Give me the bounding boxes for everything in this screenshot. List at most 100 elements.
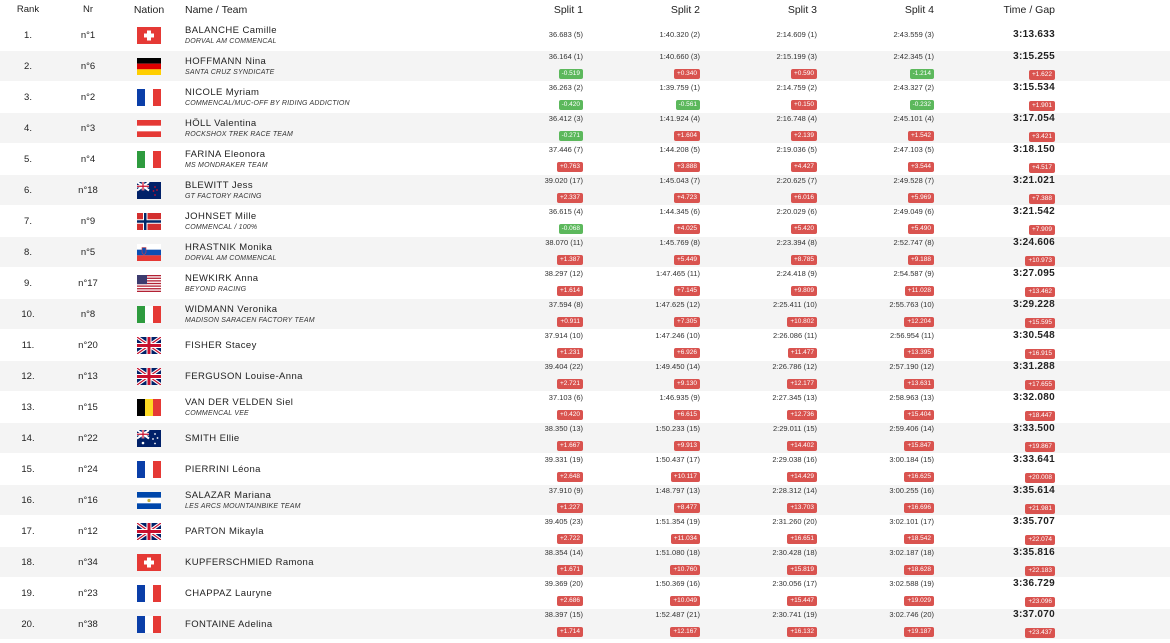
rider-name[interactable]: CHAPPAZ Lauryne [185,588,468,599]
split-2-time: 1:44.208 (5) [659,145,700,154]
table-row[interactable]: 18. n°34 KUPFERSCHMIED Ramona 38.354 (14… [0,547,1170,578]
split-4-time: 3:02.187 (18) [889,548,934,557]
header-split-4[interactable]: Split 4 [819,4,936,16]
table-row[interactable]: 20. n°38 FONTAINE Adelina 38.397 (15) +1… [0,609,1170,640]
header-split-1[interactable]: Split 1 [468,4,585,16]
split-2-gap-badge: +0.340 [673,69,700,79]
table-row[interactable]: 16. n°16 SALAZAR Mariana LES ARCS MOUNTA… [0,485,1170,516]
flag-nor-icon [120,212,178,230]
split-4-cell: 3:00.255 (16) +16.696 [819,486,936,514]
split-3-gap-badge: +9.809 [790,286,817,296]
table-row[interactable]: 14. n°22 SMITH Ellie 38.350 (13) +1.667 … [0,423,1170,454]
split-1-cell: 36.164 (1) -0.519 [468,52,585,80]
rider-team: MS MONDRAKER TEAM [185,162,268,169]
total-gap-badge: +18.447 [1025,411,1055,421]
table-row[interactable]: 10. n°8 WIDMANN Veronika MADISON SARACEN… [0,299,1170,330]
time-gap-cell: 3:33.641 +20.008 [936,454,1066,484]
total-gap-badge: +10.973 [1025,256,1055,266]
flag-ger-icon [120,57,178,75]
flag-fra-icon [120,460,178,478]
rider-name[interactable]: FISHER Stacey [185,340,468,351]
split-4-gap-badge: -1.214 [909,69,934,79]
rank: 7. [24,215,32,227]
table-row[interactable]: 9. n°17 NEWKIRK Anna BEYOND RACING 38.29… [0,268,1170,299]
header-nr[interactable]: Nr [56,4,120,15]
rider-name[interactable]: FONTAINE Adelina [185,619,468,630]
split-1-cell: 38.397 (15) +1.714 [468,610,585,638]
header-split-2[interactable]: Split 2 [585,4,702,16]
header-time-gap[interactable]: Time / Gap [936,4,1066,16]
header-split-3[interactable]: Split 3 [702,4,819,16]
bib-number: n°4 [80,153,96,165]
rider-name[interactable]: PIERRINI Léona [185,464,468,475]
split-3-time: 2:29.011 (15) [772,424,817,433]
split-1-time: 38.354 (14) [544,548,583,557]
rider-name[interactable]: NEWKIRK Anna [185,273,468,284]
table-row[interactable]: 6. n°18 BLEWITT Jess GT FACTORY RACING 3… [0,175,1170,206]
total-time: 3:21.542 [1013,206,1055,217]
total-gap-badge: +15.595 [1025,318,1055,328]
table-row[interactable]: 1. n°1 BALANCHE Camille DORVAL AM COMMEN… [0,20,1170,51]
rider-name[interactable]: HRASTNIK Monika [185,242,468,253]
rider-name[interactable]: BLEWITT Jess [185,180,468,191]
table-row[interactable]: 3. n°2 NICOLE Myriam COMMENCAL/MUC-OFF B… [0,82,1170,113]
rider-name[interactable]: SALAZAR Mariana [185,490,468,501]
table-row[interactable]: 7. n°9 JOHNSET Mille COMMENCAL / 100% 36… [0,206,1170,237]
header-name-team[interactable]: Name / Team [178,4,468,16]
split-4-cell: 2:56.954 (11) +13.395 [819,331,936,359]
split-4-time: 3:02.746 (20) [889,610,934,619]
rank: 15. [21,463,35,475]
bib-number: n°12 [78,525,98,537]
total-gap-badge: +20.008 [1025,473,1055,483]
rider-name[interactable]: JOHNSET Mille [185,211,468,222]
rider-name[interactable]: HOFFMANN Nina [185,56,468,67]
rider-name[interactable]: WIDMANN Veronika [185,304,468,315]
table-row[interactable]: 17. n°12 PARTON Mikayla 39.405 (23) +2.7… [0,516,1170,547]
split-3-time: 2:24.418 (9) [776,269,817,278]
table-row[interactable]: 11. n°20 FISHER Stacey 37.914 (10) +1.23… [0,330,1170,361]
rider-team: DORVAL AM COMMENCAL [185,38,277,45]
split-1-gap-badge: +1.231 [556,348,583,358]
split-3-time: 2:25.411 (10) [772,300,817,309]
total-gap-badge: +1.901 [1028,101,1055,111]
table-row[interactable]: 8. n°5 HRASTNIK Monika DORVAL AM COMMENC… [0,237,1170,268]
rider-name[interactable]: VAN DER VELDEN Siel [185,397,468,408]
rider-name[interactable]: KUPFERSCHMIED Ramona [185,557,468,568]
bib-number: n°16 [78,494,98,506]
split-1-time: 39.020 (17) [544,176,583,185]
split-1-time: 37.446 (7) [548,145,583,154]
split-2-cell: 1:46.935 (9) +6.615 [585,393,702,421]
rider-name[interactable]: SMITH Ellie [185,433,468,444]
split-4-cell: 2:43.559 (3) [819,30,936,40]
table-row[interactable]: 15. n°24 PIERRINI Léona 39.331 (19) +2.6… [0,454,1170,485]
rider-name[interactable]: FARINA Eleonora [185,149,468,160]
header-rank[interactable]: Rank [0,4,56,15]
table-row[interactable]: 4. n°3 HÖLL Valentina ROCKSHOX TREK RACE… [0,113,1170,144]
split-3-time: 2:15.199 (3) [776,52,817,61]
split-3-time: 2:26.786 (12) [772,362,817,371]
rider-cell: HRASTNIK Monika DORVAL AM COMMENCAL [178,242,468,262]
rider-name[interactable]: BALANCHE Camille [185,25,468,36]
bib-number: n°34 [78,556,98,568]
table-row[interactable]: 12. n°13 FERGUSON Louise-Anna 39.404 (22… [0,361,1170,392]
time-gap-cell: 3:35.816 +22.183 [936,547,1066,577]
flag-gbr-icon [120,522,178,540]
table-row[interactable]: 5. n°4 FARINA Eleonora MS MONDRAKER TEAM… [0,144,1170,175]
split-4-cell: 2:49.049 (6) +5.490 [819,207,936,235]
table-row[interactable]: 2. n°6 HOFFMANN Nina SANTA CRUZ SYNDICAT… [0,51,1170,82]
rider-name[interactable]: HÖLL Valentina [185,118,468,129]
bib-number: n°1 [80,29,96,41]
table-row[interactable]: 13. n°15 VAN DER VELDEN Siel COMMENCAL V… [0,392,1170,423]
rider-cell: WIDMANN Veronika MADISON SARACEN FACTORY… [178,304,468,324]
header-nation[interactable]: Nation [120,4,178,16]
total-time: 3:32.080 [1013,392,1055,403]
total-time: 3:15.255 [1013,51,1055,62]
rider-name[interactable]: FERGUSON Louise-Anna [185,371,468,382]
rider-name[interactable]: NICOLE Myriam [185,87,468,98]
split-4-gap-badge: +13.631 [904,379,934,389]
time-gap-cell: 3:32.080 +18.447 [936,392,1066,422]
table-row[interactable]: 19. n°23 CHAPPAZ Lauryne 39.369 (20) +2.… [0,578,1170,609]
split-1-cell: 36.615 (4) -0.068 [468,207,585,235]
split-4-cell: 2:57.190 (12) +13.631 [819,362,936,390]
rider-name[interactable]: PARTON Mikayla [185,526,468,537]
